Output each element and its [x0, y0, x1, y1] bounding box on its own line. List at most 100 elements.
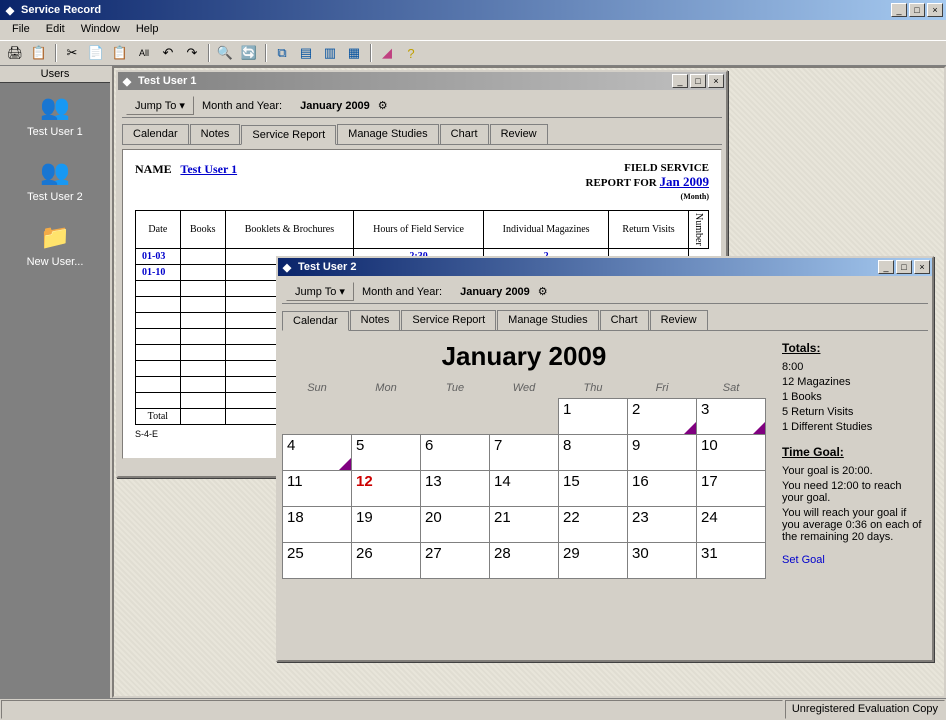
child-minimize-button[interactable]: _	[672, 74, 688, 88]
calendar-cell[interactable]: 13	[421, 471, 490, 507]
calendar-cell[interactable]: 27	[421, 543, 490, 579]
calendar-cell[interactable]: 30	[628, 543, 697, 579]
calendar-cell[interactable]: 25	[283, 543, 352, 579]
calendar-cell[interactable]: 31	[697, 543, 766, 579]
calendar-cell[interactable]: 23	[628, 507, 697, 543]
tab-chart[interactable]: Chart	[600, 310, 649, 330]
window-test-user-2: ◆ Test User 2 _ □ × Jump To ▾ Month and …	[276, 256, 934, 662]
print-icon[interactable]: 🖨	[4, 43, 26, 63]
calendar-cell[interactable]: 17	[697, 471, 766, 507]
menubar: File Edit Window Help	[0, 20, 946, 40]
menu-window[interactable]: Window	[73, 20, 128, 40]
users-icon: 👥	[4, 93, 106, 122]
maximize-button[interactable]: □	[909, 3, 925, 17]
calendar-cell[interactable]: 19	[352, 507, 421, 543]
calendar-cell[interactable]: 20	[421, 507, 490, 543]
find-icon[interactable]: 🔍	[214, 43, 236, 63]
calendar-grid: SunMonTueWedThuFriSat 123456789101112131…	[282, 378, 766, 579]
calendar-cell[interactable]: 12	[352, 471, 421, 507]
calendar-cell[interactable]: 7	[490, 435, 559, 471]
tab-service-report[interactable]: Service Report	[401, 310, 496, 330]
calendar-cell[interactable]: 24	[697, 507, 766, 543]
cut-icon[interactable]: ✂	[61, 43, 83, 63]
calendar-cell[interactable]: 10	[697, 435, 766, 471]
tab-manage-studies[interactable]: Manage Studies	[497, 310, 599, 330]
arrange-icon[interactable]: ▦	[343, 43, 365, 63]
child-maximize-button[interactable]: □	[896, 260, 912, 274]
cascade-icon[interactable]: ⧉	[271, 43, 293, 63]
help-icon[interactable]: ?	[400, 43, 422, 63]
calendar-cell[interactable]: 26	[352, 543, 421, 579]
report-month: Jan 2009	[660, 174, 709, 189]
calendar-cell[interactable]: 18	[283, 507, 352, 543]
tab-calendar[interactable]: Calendar	[122, 124, 189, 144]
undo-icon[interactable]: ↶	[157, 43, 179, 63]
properties-icon[interactable]: 📋	[28, 43, 50, 63]
mdi-area: ◆ Test User 1 _ □ × Jump To ▾ Month and …	[112, 66, 946, 698]
minimize-button[interactable]: _	[891, 3, 907, 17]
menu-file[interactable]: File	[4, 20, 38, 40]
paste-icon[interactable]: 📋	[109, 43, 131, 63]
child-maximize-button[interactable]: □	[690, 74, 706, 88]
close-button[interactable]: ×	[927, 3, 943, 17]
set-goal-link[interactable]: Set Goal	[782, 554, 825, 566]
tab-calendar[interactable]: Calendar	[282, 311, 349, 331]
copy-icon[interactable]: 📄	[85, 43, 107, 63]
redo-icon[interactable]: ↷	[181, 43, 203, 63]
calendar-cell[interactable]: 15	[559, 471, 628, 507]
avg-line: You will reach your goal if you average …	[782, 507, 924, 543]
calendar-cell[interactable]: 4	[283, 435, 352, 471]
tab-review[interactable]: Review	[650, 310, 708, 330]
select-all-icon[interactable]: All	[133, 43, 155, 63]
new-user-item[interactable]: 📁 New User...	[0, 213, 110, 278]
user-item-1[interactable]: 👥 Test User 1	[0, 83, 110, 148]
child-close-button[interactable]: ×	[914, 260, 930, 274]
report-date: 01-03	[136, 248, 181, 264]
day-header: Wed	[490, 378, 559, 399]
menu-edit[interactable]: Edit	[38, 20, 73, 40]
child-close-button[interactable]: ×	[708, 74, 724, 88]
jump-to-button[interactable]: Jump To ▾	[126, 96, 194, 115]
calendar-cell[interactable]: 11	[283, 471, 352, 507]
calendar-cell[interactable]: 6	[421, 435, 490, 471]
options-icon[interactable]: ⚙	[538, 285, 548, 298]
user-label: Test User 2	[27, 191, 83, 203]
totals-line: 8:00	[782, 361, 924, 373]
tab-review[interactable]: Review	[490, 124, 548, 144]
user-label: Test User 1	[27, 126, 83, 138]
calendar-cell[interactable]: 3	[697, 399, 766, 435]
calendar-cell[interactable]: 22	[559, 507, 628, 543]
calendar-cell[interactable]: 8	[559, 435, 628, 471]
calendar-cell[interactable]: 16	[628, 471, 697, 507]
calendar-cell[interactable]: 5	[352, 435, 421, 471]
statusbar-text: Unregistered Evaluation Copy	[785, 700, 945, 719]
calendar-cell[interactable]: 21	[490, 507, 559, 543]
eraser-icon[interactable]: ◢	[376, 43, 398, 63]
tile-horiz-icon[interactable]: ▤	[295, 43, 317, 63]
calendar-cell[interactable]: 1	[559, 399, 628, 435]
calendar-cell[interactable]: 29	[559, 543, 628, 579]
tab-chart[interactable]: Chart	[440, 124, 489, 144]
tab-manage-studies[interactable]: Manage Studies	[337, 124, 439, 144]
tile-vert-icon[interactable]: ▥	[319, 43, 341, 63]
month-year-label: Month and Year:	[362, 286, 442, 298]
replace-icon[interactable]: 🔄	[238, 43, 260, 63]
child-minimize-button[interactable]: _	[878, 260, 894, 274]
child-titlebar-1[interactable]: ◆ Test User 1 _ □ ×	[118, 72, 726, 90]
calendar-cell[interactable]: 2	[628, 399, 697, 435]
time-goal-heading: Time Goal:	[782, 445, 924, 459]
child-titlebar-2[interactable]: ◆ Test User 2 _ □ ×	[278, 258, 932, 276]
menu-help[interactable]: Help	[128, 20, 167, 40]
child-title-1: Test User 1	[138, 75, 672, 87]
options-icon[interactable]: ⚙	[378, 99, 388, 112]
tab-notes[interactable]: Notes	[350, 310, 401, 330]
tab-service-report[interactable]: Service Report	[241, 125, 336, 145]
calendar-cell[interactable]: 9	[628, 435, 697, 471]
tab-notes[interactable]: Notes	[190, 124, 241, 144]
user-item-2[interactable]: 👥 Test User 2	[0, 148, 110, 213]
calendar-cell[interactable]: 28	[490, 543, 559, 579]
jump-to-button[interactable]: Jump To ▾	[286, 282, 354, 301]
totals-line: 1 Different Studies	[782, 421, 924, 433]
calendar-cell[interactable]: 14	[490, 471, 559, 507]
day-header: Thu	[559, 378, 628, 399]
